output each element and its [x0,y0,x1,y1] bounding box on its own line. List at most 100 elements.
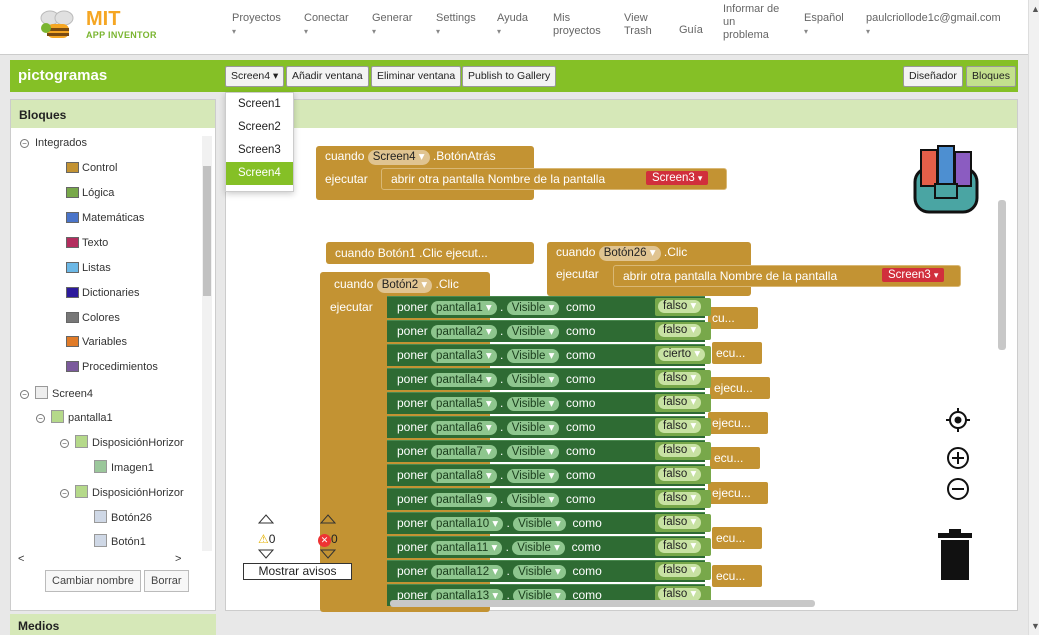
boolean-block[interactable]: falso [655,322,711,340]
warnings-prev-arrow-icon[interactable] [258,514,274,524]
collapse-icon[interactable]: − [20,390,29,399]
component-dropdown[interactable]: pantalla6 [431,421,497,435]
peek-block[interactable]: ecu... [710,447,760,469]
screen-option-screen4[interactable]: Screen4 [226,162,293,185]
component-dropdown[interactable]: Botón26 [598,246,661,261]
tree-disposicion-1[interactable]: − DisposiciónHorizor [60,435,184,449]
property-dropdown[interactable]: Visible [512,541,565,555]
component-dropdown[interactable]: pantalla11 [431,541,503,555]
tree-integrados[interactable]: − Integrados [20,137,87,149]
tree-pantalla1[interactable]: − pantalla1 [36,410,113,424]
menu-conectar[interactable]: Conectar ▾ [304,12,349,38]
menu-settings[interactable]: Settings ▾ [436,12,476,38]
property-dropdown[interactable]: Visible [506,469,560,483]
category-logica[interactable]: Lógica [66,187,114,199]
screen3-text-block[interactable]: Screen3 ▾ [646,171,709,185]
category-dictionaries[interactable]: Dictionaries [66,287,139,299]
menu-guia[interactable]: Guía [679,24,703,37]
boolean-dropdown[interactable]: falso [658,444,702,457]
backpack-icon[interactable] [905,140,987,214]
category-variables[interactable]: Variables [66,336,127,348]
property-dropdown[interactable]: Visible [506,301,560,315]
menu-proyectos[interactable]: Proyectos ▾ [232,12,281,38]
boolean-dropdown[interactable]: cierto [658,348,706,361]
trash-icon[interactable] [936,529,974,581]
menu-view-trash[interactable]: View Trash [624,12,660,38]
collapsed-boton1-block[interactable]: cuando Botón1 .Clic ejecut... [326,242,534,264]
property-dropdown[interactable]: Visible [506,493,560,507]
rename-button[interactable]: Cambiar nombre [45,570,141,592]
component-dropdown[interactable]: pantalla1 [431,301,497,315]
tree-boton1[interactable]: Botón1 [94,534,146,548]
blocks-button[interactable]: Bloques [966,66,1016,87]
component-dropdown[interactable]: pantalla2 [431,325,497,339]
show-warnings-button[interactable]: Mostrar avisos [243,563,352,580]
collapse-icon[interactable]: − [60,439,69,448]
delete-button[interactable]: Borrar [144,570,189,592]
boolean-dropdown[interactable]: falso [658,540,702,553]
component-dropdown[interactable]: pantalla9 [431,493,497,507]
category-colores[interactable]: Colores [66,312,120,324]
boolean-block[interactable]: falso [655,370,711,388]
component-dropdown[interactable]: pantalla7 [431,445,497,459]
menu-mis-proyectos[interactable]: Mis proyectos [553,12,605,38]
peek-block[interactable]: ejecu... [708,412,768,434]
tree-disposicion-2[interactable]: − DisposiciónHorizor [60,485,184,499]
open-screen-block-1[interactable]: abrir otra pantalla Nombre de la pantall… [381,168,727,190]
component-dropdown[interactable]: pantalla12 [431,565,504,579]
center-target-icon[interactable] [946,408,970,432]
menu-ayuda[interactable]: Ayuda ▾ [497,12,528,38]
tree-screen4[interactable]: − Screen4 [20,386,93,400]
peek-block[interactable]: ecu... [712,527,762,549]
tree-imagen1[interactable]: Imagen1 [94,460,154,474]
peek-block[interactable]: ecu... [712,565,762,587]
screen-select-button[interactable]: Screen4 ▾ [225,66,285,87]
menu-idioma[interactable]: Español ▾ [804,12,844,38]
boolean-dropdown[interactable]: falso [658,492,702,505]
category-control[interactable]: Control [66,162,117,174]
property-dropdown[interactable]: Visible [506,421,560,435]
boolean-block[interactable]: cierto [655,346,711,364]
boolean-dropdown[interactable]: falso [658,300,702,313]
boolean-dropdown[interactable]: falso [658,396,702,409]
menu-informar-problema[interactable]: Informar de un problema [723,3,783,42]
app-inventor-logo[interactable]: MIT APP INVENTOR [34,6,164,46]
workspace-vscrollbar[interactable] [998,200,1006,350]
publish-gallery-button[interactable]: Publish to Gallery [462,66,557,87]
property-dropdown[interactable]: Visible [513,517,566,531]
remove-screen-button[interactable]: Eliminar ventana [371,66,462,87]
component-dropdown[interactable]: pantalla3 [431,349,497,363]
peek-block[interactable]: ecu... [712,342,762,364]
boolean-dropdown[interactable]: falso [658,516,702,529]
boolean-dropdown[interactable]: falso [658,324,702,337]
tree-boton26[interactable]: Botón26 [94,510,152,524]
collapse-icon[interactable]: − [36,414,45,423]
category-listas[interactable]: Listas [66,262,111,274]
screen-option-screen1[interactable]: Screen1 [226,93,293,116]
category-matematicas[interactable]: Matemáticas [66,212,144,224]
boolean-dropdown[interactable]: falso [658,420,702,433]
component-dropdown[interactable]: Screen4 [367,150,430,165]
boolean-block[interactable]: falso [655,514,711,532]
zoom-out-icon[interactable] [946,477,970,501]
menu-generar[interactable]: Generar ▾ [372,12,412,38]
boolean-dropdown[interactable]: falso [658,372,702,385]
designer-button[interactable]: Diseñador [903,66,963,87]
scroll-up-arrow-icon[interactable]: ▲ [1031,4,1039,14]
component-dropdown[interactable]: pantalla5 [431,397,497,411]
errors-next-arrow-icon[interactable] [320,549,336,559]
boolean-dropdown[interactable]: falso [658,564,702,577]
collapse-icon[interactable]: − [60,489,69,498]
boolean-block[interactable]: falso [655,490,711,508]
tree-hscroll-left-icon[interactable]: < [18,553,24,565]
errors-prev-arrow-icon[interactable] [320,514,336,524]
boolean-block[interactable]: falso [655,538,711,556]
peek-block[interactable]: ejecu... [710,377,770,399]
scroll-thumb[interactable] [203,166,211,296]
page-scrollbar[interactable]: ▲ ▼ [1028,0,1039,635]
blocks-tree-scrollbar[interactable] [202,136,212,551]
boolean-block[interactable]: falso [655,394,711,412]
zoom-in-icon[interactable] [946,446,970,470]
screen-option-screen3[interactable]: Screen3 [226,139,293,162]
component-dropdown[interactable]: Botón2 [376,278,433,293]
